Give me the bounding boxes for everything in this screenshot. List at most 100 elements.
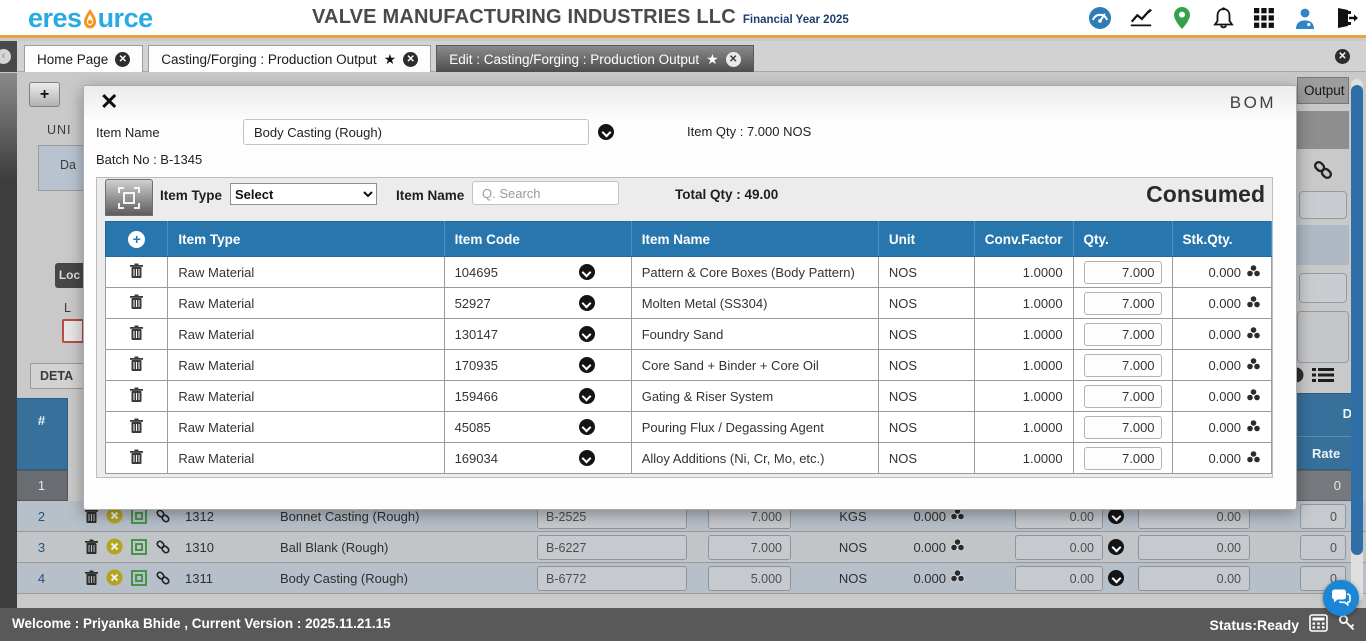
qty-input[interactable]: [1084, 354, 1162, 377]
tab-scroll-left[interactable]: ‹: [0, 41, 17, 72]
output-tab[interactable]: Output: [1297, 77, 1349, 104]
item-name-dropdown-icon[interactable]: [598, 124, 614, 140]
required-field-input[interactable]: [62, 319, 84, 343]
key-icon[interactable]: [1338, 614, 1356, 635]
tab-close-icon[interactable]: ✕: [115, 52, 130, 67]
collapsed-side-menu[interactable]: [0, 73, 17, 608]
dropdown-icon[interactable]: [1108, 570, 1124, 586]
link-icon[interactable]: [1312, 159, 1334, 186]
item-code-dropdown-icon[interactable]: [579, 326, 595, 342]
cell-unit: NOS: [878, 443, 974, 474]
qty-input[interactable]: [1084, 447, 1162, 470]
batch-no-input[interactable]: [537, 566, 687, 591]
item-code-dropdown-icon[interactable]: [579, 295, 595, 311]
delete-row-icon[interactable]: [130, 360, 143, 375]
dropdown-icon[interactable]: [1108, 508, 1124, 524]
qty-input[interactable]: [1084, 292, 1162, 315]
delete-row-icon[interactable]: [130, 391, 143, 406]
bom-frame-icon[interactable]: [131, 508, 147, 527]
user-profile-icon[interactable]: [1293, 6, 1317, 30]
delete-row-icon[interactable]: [130, 453, 143, 468]
vertical-scrollbar-thumb[interactable]: [1351, 85, 1363, 555]
tab-close-icon[interactable]: ✕: [726, 52, 741, 67]
stock-icon[interactable]: [1246, 357, 1261, 374]
qty-input[interactable]: [1084, 261, 1162, 284]
delete-row-icon[interactable]: [130, 422, 143, 437]
tab-favorite-star-icon[interactable]: ★: [384, 51, 397, 68]
consumed-section-title: Consumed: [1146, 181, 1265, 208]
item-code-dropdown-icon[interactable]: [579, 419, 595, 435]
stock-icon[interactable]: [950, 532, 965, 563]
bom-frame-icon[interactable]: [131, 539, 147, 558]
location-tab-button[interactable]: Loc: [55, 263, 84, 288]
value-input[interactable]: [1015, 566, 1103, 591]
cancel-row-icon[interactable]: [106, 569, 123, 589]
chart-icon[interactable]: [1129, 6, 1153, 30]
tab-home-page[interactable]: Home Page ✕: [24, 45, 143, 72]
stock-icon[interactable]: [1246, 388, 1261, 405]
stock-icon[interactable]: [950, 563, 965, 594]
eresource-logo[interactable]: eresurce: [28, 3, 153, 34]
qty-input[interactable]: [1084, 385, 1162, 408]
logout-icon[interactable]: [1334, 6, 1358, 30]
notifications-bell-icon[interactable]: [1211, 6, 1235, 30]
qty-input[interactable]: [1084, 323, 1162, 346]
financial-year-label: Financial Year 2025: [743, 14, 849, 26]
item-name-search-input[interactable]: [472, 181, 619, 205]
cancel-row-icon[interactable]: [106, 538, 123, 558]
modal-close-icon[interactable]: ✕: [100, 90, 118, 114]
apps-grid-icon[interactable]: [1252, 6, 1276, 30]
tab-close-icon[interactable]: ✕: [403, 52, 418, 67]
cancel-row-icon[interactable]: [106, 507, 123, 527]
dashboard-icon[interactable]: [1088, 6, 1112, 30]
list-view-icon[interactable]: [1312, 367, 1334, 388]
stock-icon[interactable]: [1246, 264, 1261, 281]
delete-row-icon[interactable]: [130, 329, 143, 344]
item-code-dropdown-icon[interactable]: [579, 264, 595, 280]
stock-icon[interactable]: [1246, 419, 1261, 436]
link-icon[interactable]: [155, 508, 171, 527]
tab-favorite-star-icon[interactable]: ★: [706, 51, 719, 68]
qty-input[interactable]: [1084, 416, 1162, 439]
value-input[interactable]: [1138, 535, 1250, 560]
item-code-dropdown-icon[interactable]: [579, 450, 595, 466]
item-type-select[interactable]: Select: [230, 183, 377, 205]
link-icon[interactable]: [155, 570, 171, 589]
delete-row-icon[interactable]: [130, 267, 143, 282]
value-input[interactable]: [1015, 535, 1103, 560]
stock-icon[interactable]: [1246, 295, 1261, 312]
value-input[interactable]: [1138, 566, 1250, 591]
delete-row-icon[interactable]: [85, 570, 98, 589]
calculator-icon[interactable]: [1309, 614, 1328, 635]
logo-flame-icon: [82, 6, 98, 28]
location-pin-icon[interactable]: [1170, 6, 1194, 30]
rate-input[interactable]: [1300, 535, 1346, 560]
item-code-dropdown-icon[interactable]: [579, 357, 595, 373]
item-code-dropdown-icon[interactable]: [579, 388, 595, 404]
quantity-input[interactable]: [708, 566, 791, 591]
link-icon[interactable]: [155, 539, 171, 558]
item-name-input[interactable]: [243, 119, 589, 145]
batch-no-input[interactable]: [537, 535, 687, 560]
welcome-text: Welcome : Priyanka Bhide , Current Versi…: [12, 616, 391, 631]
stock-icon[interactable]: [1246, 450, 1261, 467]
rate-input[interactable]: [1300, 504, 1346, 529]
tab-production-output[interactable]: Casting/Forging : Production Output ★ ✕: [148, 45, 431, 72]
delete-row-icon[interactable]: [85, 508, 98, 527]
cell-item-name: Pattern & Core Boxes (Body Pattern): [631, 257, 878, 288]
close-all-tabs-icon[interactable]: ✕: [1335, 49, 1350, 64]
chat-widget-button[interactable]: [1323, 580, 1359, 616]
tab-edit-production-output[interactable]: Edit : Casting/Forging : Production Outp…: [436, 45, 753, 72]
add-item-icon[interactable]: +: [128, 231, 145, 248]
col-conv-factor: Conv.Factor: [974, 222, 1073, 257]
stock-icon[interactable]: [1246, 326, 1261, 343]
bom-frame-icon[interactable]: [131, 570, 147, 589]
delete-row-icon[interactable]: [130, 298, 143, 313]
quantity-input[interactable]: [708, 535, 791, 560]
background-input[interactable]: [1299, 191, 1347, 219]
delete-row-icon[interactable]: [85, 539, 98, 558]
background-input[interactable]: [1299, 273, 1347, 303]
scan-filter-button[interactable]: [105, 179, 153, 216]
dropdown-icon[interactable]: [1108, 539, 1124, 555]
add-record-button[interactable]: +: [29, 82, 60, 107]
